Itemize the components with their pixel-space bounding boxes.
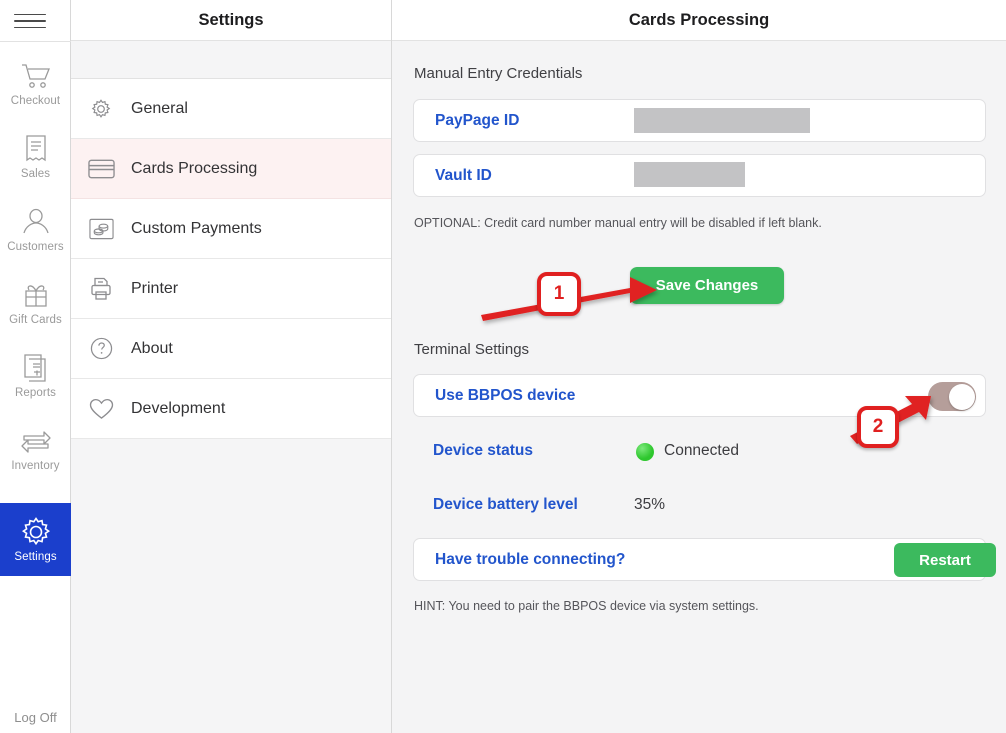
settings-panel-title: Settings bbox=[71, 0, 391, 41]
nav-item-sales[interactable]: Sales bbox=[0, 120, 71, 193]
settings-item-cards-processing[interactable]: Cards Processing bbox=[71, 139, 391, 199]
coins-icon bbox=[71, 218, 131, 240]
nav-item-settings[interactable]: Settings bbox=[0, 503, 71, 576]
settings-list: General Cards Processing Custom Payments… bbox=[71, 79, 391, 439]
nav-item-checkout[interactable]: Checkout bbox=[0, 47, 71, 120]
paypage-id-redaction bbox=[634, 108, 810, 133]
paypage-id-label: PayPage ID bbox=[435, 111, 520, 129]
hamburger-bar bbox=[14, 20, 46, 22]
nav-label: Sales bbox=[20, 168, 51, 181]
settings-item-label: About bbox=[131, 339, 173, 357]
settings-item-general[interactable]: General bbox=[71, 79, 391, 139]
settings-item-development[interactable]: Development bbox=[71, 379, 391, 439]
hamburger-menu-icon[interactable] bbox=[14, 8, 46, 34]
rail-divider bbox=[0, 41, 71, 42]
question-circle-icon bbox=[71, 337, 131, 360]
manual-entry-note: OPTIONAL: Credit card number manual entr… bbox=[414, 216, 822, 230]
printer-icon bbox=[71, 277, 131, 301]
use-bbpos-device-label: Use BBPOS device bbox=[435, 386, 576, 404]
exchange-arrows-icon bbox=[19, 424, 53, 458]
settings-item-label: Development bbox=[131, 399, 226, 417]
settings-panel: Settings General Cards Processing Custom… bbox=[71, 0, 392, 733]
receipt-icon bbox=[19, 132, 53, 166]
vault-id-label: Vault ID bbox=[435, 166, 492, 184]
nav-label: Reports bbox=[15, 387, 56, 400]
nav-label: Checkout bbox=[10, 95, 61, 108]
shopping-cart-icon bbox=[19, 59, 53, 93]
settings-item-custom-payments[interactable]: Custom Payments bbox=[71, 199, 391, 259]
gift-icon bbox=[19, 278, 53, 312]
nav-label: Inventory bbox=[11, 460, 60, 473]
device-status-value: Connected bbox=[664, 442, 739, 459]
nav-item-customers[interactable]: Customers bbox=[0, 193, 71, 266]
settings-item-printer[interactable]: Printer bbox=[71, 259, 391, 319]
vault-id-redaction bbox=[634, 162, 745, 187]
settings-list-tail bbox=[71, 439, 391, 733]
app-window: Checkout Sales Customers Gift Cards Repo… bbox=[0, 0, 1006, 733]
nav-label: Gift Cards bbox=[9, 314, 62, 327]
settings-panel-spacer bbox=[71, 41, 391, 79]
report-dollar-icon bbox=[19, 351, 53, 385]
use-bbpos-device-toggle[interactable] bbox=[928, 382, 976, 411]
device-status-dot bbox=[636, 443, 654, 461]
save-changes-button[interactable]: Save Changes bbox=[630, 267, 784, 304]
main-body: Manual Entry Credentials PayPage ID Vaul… bbox=[392, 41, 1006, 733]
gear-icon bbox=[71, 98, 131, 120]
section-heading-manual-entry: Manual Entry Credentials bbox=[414, 65, 583, 82]
hamburger-bar bbox=[14, 26, 46, 29]
device-battery-label: Device battery level bbox=[433, 496, 578, 513]
nav-label: Customers bbox=[7, 241, 64, 254]
settings-item-label: Custom Payments bbox=[131, 219, 262, 237]
heart-icon bbox=[71, 398, 131, 420]
nav-item-gift-cards[interactable]: Gift Cards bbox=[0, 266, 71, 339]
settings-item-label: Cards Processing bbox=[131, 159, 258, 177]
settings-item-label: General bbox=[131, 99, 188, 117]
nav-item-reports[interactable]: Reports bbox=[0, 339, 71, 412]
toggle-knob bbox=[948, 383, 975, 410]
settings-item-about[interactable]: About bbox=[71, 319, 391, 379]
log-off-button[interactable]: Log Off bbox=[0, 710, 71, 725]
device-status-label: Device status bbox=[433, 442, 533, 459]
use-bbpos-device-row[interactable]: Use BBPOS device bbox=[413, 374, 986, 417]
annotation-badge-2: 2 bbox=[857, 406, 899, 448]
restart-button[interactable]: Restart bbox=[894, 543, 996, 577]
annotation-badge-1: 1 bbox=[537, 272, 581, 316]
device-battery-value: 35% bbox=[634, 496, 666, 513]
main-content: Cards Processing Manual Entry Credential… bbox=[392, 0, 1006, 733]
nav-item-inventory[interactable]: Inventory bbox=[0, 412, 71, 485]
terminal-hint: HINT: You need to pair the BBPOS device … bbox=[414, 599, 759, 613]
section-heading-terminal-settings: Terminal Settings bbox=[414, 341, 530, 358]
page-title: Cards Processing bbox=[392, 0, 1006, 41]
gear-icon bbox=[19, 515, 53, 549]
nav-label: Settings bbox=[14, 551, 57, 564]
trouble-connecting-label: Have trouble connecting? bbox=[435, 550, 626, 568]
settings-item-label: Printer bbox=[131, 279, 179, 297]
nav-rail: Checkout Sales Customers Gift Cards Repo… bbox=[0, 0, 71, 733]
credit-card-icon bbox=[71, 159, 131, 179]
person-icon bbox=[19, 205, 53, 239]
hamburger-bar bbox=[14, 13, 46, 16]
